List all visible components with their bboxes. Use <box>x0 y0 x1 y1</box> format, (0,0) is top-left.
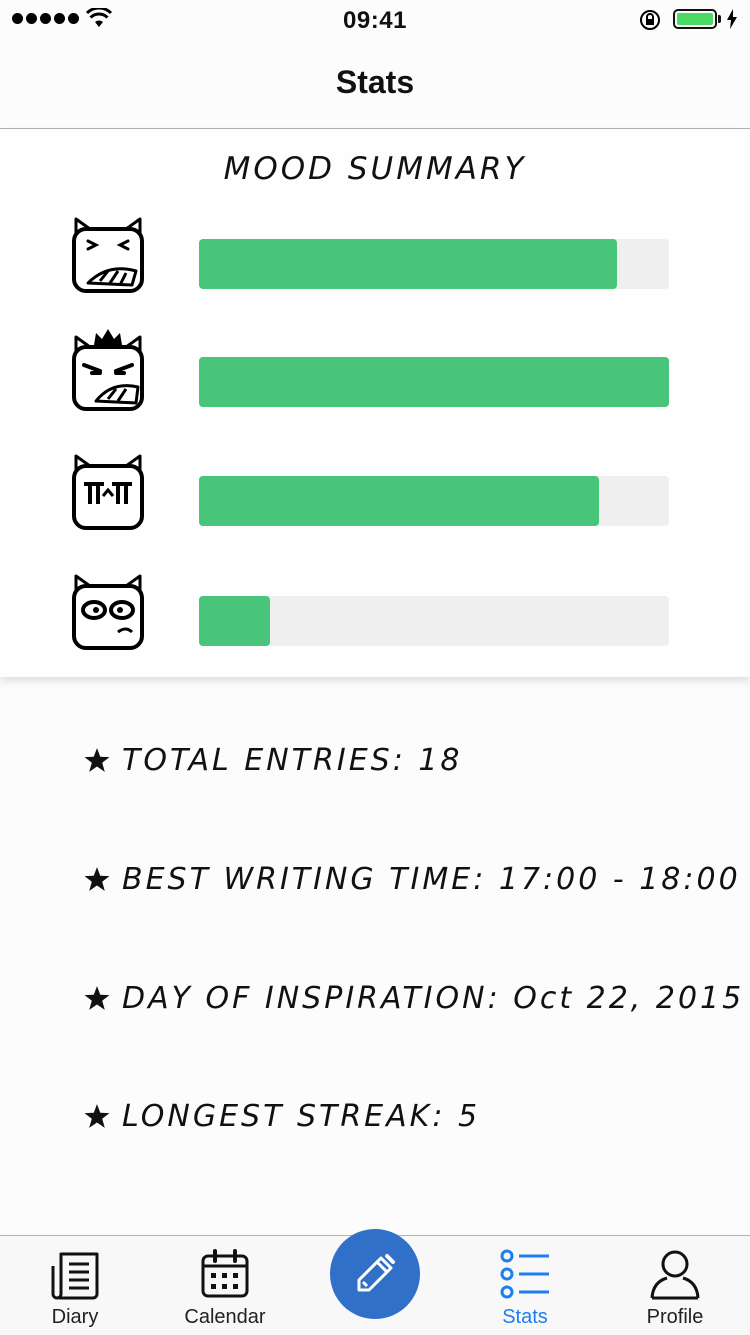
diary-icon <box>51 1252 99 1300</box>
mood-bar-fill <box>199 357 669 407</box>
stat-text: TOTAL ENTRIES: 18 <box>122 742 463 778</box>
laughing-cat-face-icon <box>72 217 144 293</box>
stats-list-icon <box>500 1249 549 1299</box>
battery-icon <box>673 9 717 29</box>
crying-cat-face-icon <box>72 454 144 530</box>
status-bar: 09:41 <box>0 0 750 40</box>
shocked-cat-face-icon <box>72 574 144 650</box>
mood-row <box>0 329 750 413</box>
mood-bar-track <box>199 596 669 646</box>
mood-bar-fill <box>199 596 270 646</box>
stat-total-entries: TOTAL ENTRIES: 18 <box>84 738 463 782</box>
stat-text: BEST WRITING TIME: 17:00 - 18:00 <box>122 861 741 897</box>
mood-bar-track <box>199 357 669 407</box>
star-icon <box>84 867 110 891</box>
stat-longest-streak: LONGEST STREAK: 5 <box>84 1094 480 1138</box>
mood-bar-fill <box>199 239 618 289</box>
star-icon <box>84 1104 110 1128</box>
star-icon <box>84 748 110 772</box>
charging-bolt-icon <box>727 9 737 29</box>
stat-text: DAY OF INSPIRATION: Oct 22, 2015 <box>122 980 745 1016</box>
mood-summary-title: MOOD SUMMARY <box>223 151 527 187</box>
rotation-lock-icon <box>640 10 660 30</box>
battery-cap <box>718 15 721 23</box>
stat-text: LONGEST STREAK: 5 <box>122 1098 481 1134</box>
tab-stats[interactable]: Stats <box>450 1236 600 1335</box>
stat-best-writing-time: BEST WRITING TIME: 17:00 - 18:00 <box>84 857 741 901</box>
mood-row <box>0 572 750 652</box>
calendar-icon <box>201 1249 249 1298</box>
mood-row <box>0 215 750 295</box>
star-icon <box>84 986 110 1010</box>
tab-label: Calendar <box>184 1306 266 1328</box>
stat-day-of-inspiration: DAY OF INSPIRATION: Oct 22, 2015 <box>84 976 744 1020</box>
battery-level <box>677 13 713 25</box>
pencil-icon <box>357 1254 395 1292</box>
tab-label: Stats <box>502 1306 548 1328</box>
tab-calendar[interactable]: Calendar <box>150 1236 300 1335</box>
compose-button[interactable] <box>330 1229 420 1319</box>
tab-label: Diary <box>51 1306 99 1328</box>
page-title: Stats <box>335 64 415 100</box>
mood-bar-fill <box>199 476 599 526</box>
tab-profile[interactable]: Profile <box>600 1236 750 1335</box>
tab-diary[interactable]: Diary <box>0 1236 150 1335</box>
crowned-angry-cat-face-icon <box>72 329 144 411</box>
mood-bar-track <box>199 239 669 289</box>
profile-icon <box>650 1250 700 1300</box>
tab-label: Profile <box>646 1306 704 1328</box>
mood-summary-card: MOOD SUMMARY <box>0 129 750 677</box>
mood-row <box>0 452 750 532</box>
mood-bar-track <box>199 476 669 526</box>
